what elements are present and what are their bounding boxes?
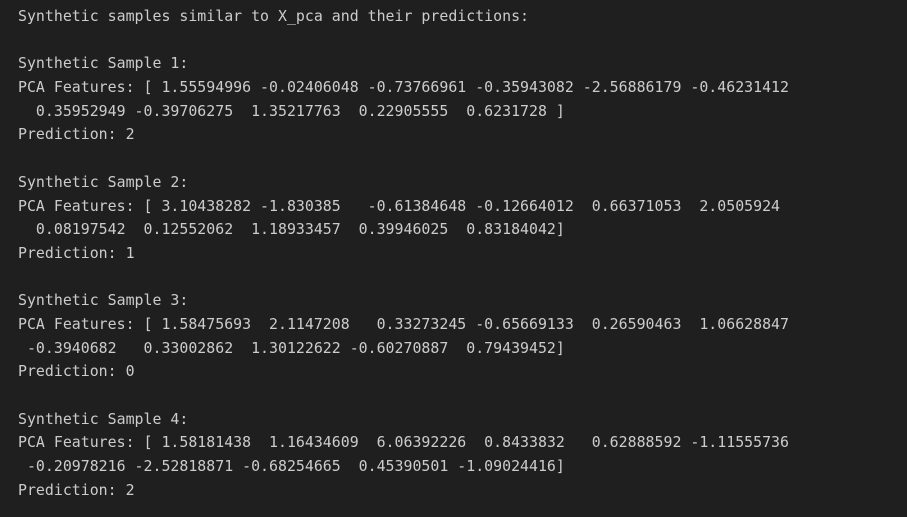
pca-features-continuation: -0.3940682 0.33002862 1.30122622 -0.6027…: [18, 338, 565, 357]
pca-features-line: PCA Features: [ 1.58475693 2.1147208 0.3…: [18, 314, 789, 333]
pca-features-line: PCA Features: [ 1.58181438 1.16434609 6.…: [18, 433, 789, 452]
sample-title: Synthetic Sample 3:: [18, 291, 189, 310]
prediction-line: Prediction: 2: [18, 125, 135, 144]
sample-title: Synthetic Sample 1:: [18, 54, 189, 73]
prediction-line: Prediction: 2: [18, 480, 135, 499]
sample-block-1: Synthetic Sample 1: PCA Features: [ 1.55…: [18, 52, 907, 147]
pca-features-continuation: -0.20978216 -2.52818871 -0.68254665 0.45…: [18, 457, 565, 476]
pca-features-line: PCA Features: [ 3.10438282 -1.830385 -0.…: [18, 196, 781, 215]
pca-features-continuation: 0.35952949 -0.39706275 1.35217763 0.2290…: [18, 101, 565, 120]
output-panel: Synthetic samples similar to X_pca and t…: [0, 0, 907, 517]
pca-features-continuation: 0.08197542 0.12552062 1.18933457 0.39946…: [18, 220, 565, 239]
sample-title: Synthetic Sample 2:: [18, 172, 189, 191]
sample-title: Synthetic Sample 4:: [18, 409, 189, 428]
output-header: Synthetic samples similar to X_pca and t…: [18, 7, 530, 25]
prediction-line: Prediction: 0: [18, 362, 135, 381]
sample-block-2: Synthetic Sample 2: PCA Features: [ 3.10…: [18, 171, 907, 266]
prediction-line: Prediction: 1: [18, 243, 135, 262]
sample-block-3: Synthetic Sample 3: PCA Features: [ 1.58…: [18, 289, 907, 384]
sample-block-4: Synthetic Sample 4: PCA Features: [ 1.58…: [18, 408, 907, 503]
pca-features-line: PCA Features: [ 1.55594996 -0.02406048 -…: [18, 78, 789, 97]
